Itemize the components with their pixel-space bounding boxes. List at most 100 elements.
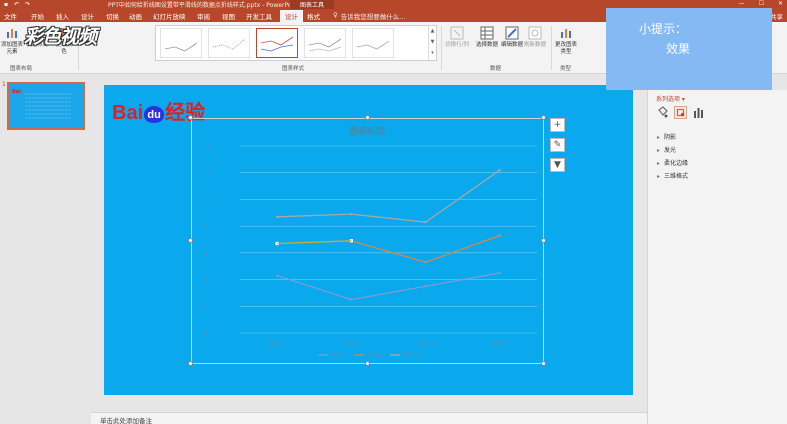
gallery-more-icon[interactable]: ▾ [429,48,436,59]
notes-pane[interactable]: 单击此处添加备注 [91,412,647,424]
data-point [350,212,353,216]
maximize-button[interactable]: ☐ [759,0,764,7]
tab-chart-design[interactable]: 设计 [280,10,303,22]
format-data-series-pane: 系列选项 ▾ ▸ 阴影 ▸ 发光 ▸ 柔化边缘 ▸ 三维格式 [647,90,787,424]
quick-access-toolbar: ▪ ↶ ↷ [4,1,30,8]
tab-chart-format[interactable]: 格式 [307,11,320,21]
close-button[interactable]: ✕ [778,0,783,7]
data-point [424,285,427,288]
slide-canvas[interactable]: Bai du 经验 图表标题 0 2 4 6 8 10 12 14 类别 1 类别 2 类别 3 类别 4系… [104,85,633,395]
effects-icon[interactable] [674,106,687,119]
tell-me-box[interactable]: ♀ 告诉我您想要做什么... [333,11,405,21]
chart-style-1[interactable] [160,28,202,58]
filter-icon: ▼ [554,160,561,170]
switch-row-column-button[interactable]: 切换行/列 [443,26,471,49]
y-tick-label: 8 [204,224,207,230]
chart-element-icon [7,29,17,38]
data-point [498,168,502,172]
select-data-button[interactable]: 选择数据 [473,26,501,49]
tab-review[interactable]: 审阅 [197,11,210,21]
refresh-data-label: 刷新数据 [523,42,546,48]
expand-triangle-icon: ▸ [657,160,661,167]
tab-slideshow[interactable]: 幻灯片放映 [153,11,186,21]
notes-placeholder: 单击此处添加备注 [100,417,152,424]
change-chart-type-button[interactable]: 更改图表类型 [553,26,579,56]
data-point [498,271,502,275]
y-tick-label: 6 [204,251,207,257]
chart-elements-button[interactable]: + [550,118,565,132]
section-3d-format[interactable]: ▸ 三维格式 [657,171,688,180]
series-options-icon[interactable] [692,106,705,119]
data-point [275,274,279,277]
tip-heading: 小提示： [639,22,688,36]
tab-insert[interactable]: 插入 [56,11,69,21]
y-tick-label: 12 [204,171,210,177]
watermark-logo: 彩色视频 [24,26,97,48]
group-label-layouts: 图表布局 [10,66,33,72]
chart-style-5[interactable] [352,28,394,58]
add-chart-element-label: 添加图表元素 [0,42,23,55]
tab-file[interactable]: 文件 [4,11,17,21]
window-controls: — ☐ ✕ [739,0,783,7]
powerpoint-window: ▪ ↶ ↷ PPT中如何给折线图设置带平滑线的数据点折线样式.pptx - Po… [0,0,787,424]
lightbulb-icon: ♀ [333,11,338,19]
chart-frame[interactable]: 图表标题 0 2 4 6 8 10 12 14 类别 1 类别 2 类别 3 类别 4 系列 1 系列 2 系… [191,118,544,364]
resize-handle-tr[interactable] [541,115,546,120]
chart-styles-button[interactable]: ✎ [550,138,565,152]
series-options-dropdown[interactable]: 系列选项 ▾ [656,94,685,103]
chart-style-2[interactable] [208,28,250,58]
x-tick-label: 类别 4 [492,339,509,347]
thumbnail-preview: Bai [12,89,71,119]
tab-view[interactable]: 视图 [222,11,235,21]
scroll-down-icon[interactable]: ▼ [429,37,436,48]
data-point [498,234,502,237]
expand-triangle-icon: ▸ [657,147,661,154]
section-glow[interactable]: ▸ 发光 [657,145,676,154]
change-chart-type-label: 更改图表类型 [554,42,577,55]
line-chart[interactable]: 图表标题 0 2 4 6 8 10 12 14 类别 1 类别 2 类别 3 类别 4 系列 1 系列 2 系… [192,119,545,365]
tab-transitions[interactable]: 切换 [106,11,119,21]
resize-handle-tl[interactable] [188,115,193,120]
chart-type-icon [561,29,571,38]
refresh-data-button[interactable]: 刷新数据 [522,26,548,49]
resize-handle-bl[interactable] [188,361,193,366]
minimize-button[interactable]: — [739,0,745,7]
y-tick-label: 0 [204,331,207,337]
chart-style-4[interactable] [304,28,346,58]
fill-line-icon[interactable] [656,106,669,119]
resize-handle-r[interactable] [541,238,546,243]
edit-data-label: 编辑数据 [500,42,523,48]
section-shadow[interactable]: ▸ 阴影 [657,132,676,141]
chart-style-3[interactable] [256,28,298,58]
section-soft-edges[interactable]: ▸ 柔化边缘 [657,158,688,167]
add-chart-element-button[interactable]: 添加图表元素 [0,26,24,56]
resize-handle-t[interactable] [365,115,370,120]
edit-data-button[interactable]: 编辑数据 [500,26,524,49]
scroll-up-icon[interactable]: ▲ [429,26,436,37]
chart-filters-button[interactable]: ▼ [550,158,565,172]
refresh-icon [528,26,542,40]
resize-handle-br[interactable] [541,361,546,366]
slide-thumbnail[interactable]: Bai [7,82,85,130]
undo-icon[interactable]: ↶ [14,1,19,8]
plus-icon: + [553,120,562,130]
resize-handle-l[interactable] [188,238,193,243]
document-title: PPT中如何给折线图设置带平滑线的数据点折线样式.pptx - PowerPoi… [108,2,300,9]
slide-number: 1 [2,81,6,88]
tell-me-text: 告诉我您想要做什么... [340,13,406,21]
expand-triangle-icon: ▸ [657,134,661,141]
data-point [275,215,279,218]
tab-design[interactable]: 设计 [81,11,94,21]
redo-icon[interactable]: ↷ [25,1,30,8]
legend-label: 系列 2 [367,351,383,359]
save-icon[interactable]: ▪ [4,1,8,8]
slide-thumbnail-pane: 1 Bai [0,75,90,412]
resize-handle-b[interactable] [365,361,370,366]
tab-home[interactable]: 开始 [31,11,44,21]
chart-title[interactable]: 图表标题 [349,125,385,137]
tab-animations[interactable]: 动画 [129,11,142,21]
tab-developer[interactable]: 开发工具 [246,11,272,21]
gallery-scrollbar[interactable]: ▲ ▼ ▾ [428,26,436,60]
highlighted-segment [277,240,352,245]
group-label-type: 类型 [560,66,572,72]
